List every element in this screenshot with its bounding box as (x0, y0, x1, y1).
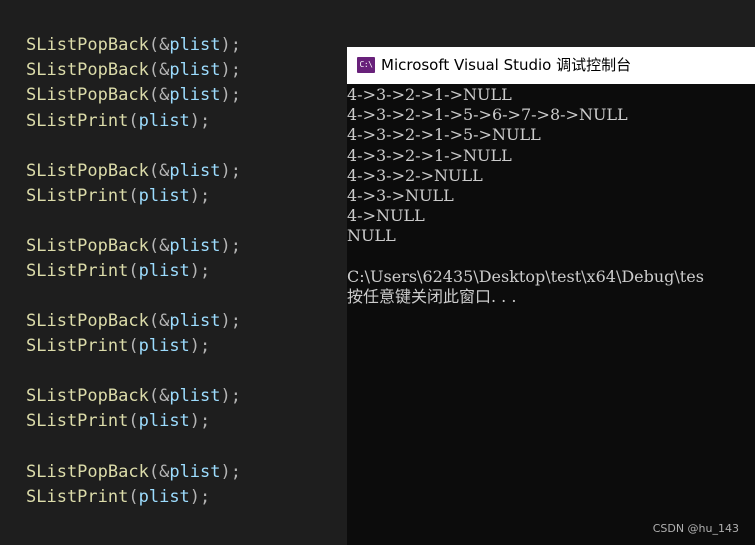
code-variable: plist (138, 411, 190, 431)
code-punctuation: ); (189, 487, 211, 507)
code-variable: plist (138, 487, 190, 507)
code-function-name: SListPopBack (26, 311, 149, 331)
code-variable: plist (138, 111, 190, 131)
code-punctuation: ); (220, 161, 241, 181)
code-function-name: SListPopBack (26, 161, 149, 181)
code-operator: & (159, 161, 170, 181)
watermark: CSDN @hu_143 (652, 522, 739, 535)
code-variable: plist (169, 462, 221, 482)
console-output-line: C:\Users\62435\Desktop\test\x64\Debug\te… (347, 267, 704, 286)
code-punctuation: ); (220, 60, 241, 80)
code-line[interactable]: SListPopBack(&plist); (26, 60, 241, 80)
code-punctuation: ); (189, 336, 211, 356)
code-line[interactable]: SListPopBack(&plist); (26, 462, 241, 482)
code-variable: plist (169, 60, 221, 80)
code-line[interactable]: SListPrint(plist); (26, 336, 210, 356)
code-line[interactable]: SListPopBack(&plist); (26, 161, 241, 181)
code-punctuation: ); (220, 236, 241, 256)
console-output-line: 4->3->2->1->5->6->7->8->NULL (347, 105, 628, 124)
code-variable: plist (169, 311, 221, 331)
code-punctuation: ( (148, 311, 160, 331)
code-punctuation: ( (128, 111, 139, 131)
console-output-line: 4->NULL (347, 206, 425, 225)
code-punctuation: ( (148, 236, 160, 256)
code-function-name: SListPrint (26, 111, 129, 131)
code-punctuation: ); (220, 462, 241, 482)
code-variable: plist (169, 85, 221, 105)
code-punctuation: ( (128, 487, 139, 507)
code-function-name: SListPrint (26, 487, 129, 507)
code-punctuation: ( (148, 386, 160, 406)
code-punctuation: ( (148, 60, 160, 80)
code-line[interactable]: SListPopBack(&plist); (26, 236, 241, 256)
code-operator: & (159, 386, 170, 406)
code-punctuation: ); (189, 186, 211, 206)
code-line[interactable]: SListPrint(plist); (26, 411, 210, 431)
code-punctuation: ); (220, 386, 241, 406)
code-function-name: SListPopBack (26, 60, 149, 80)
code-operator: & (159, 311, 170, 331)
code-line[interactable]: SListPrint(plist); (26, 186, 210, 206)
code-punctuation: ( (128, 261, 139, 281)
code-line[interactable]: SListPopBack(&plist); (26, 386, 241, 406)
code-variable: plist (169, 236, 221, 256)
code-line[interactable]: SListPrint(plist); (26, 487, 210, 507)
code-function-name: SListPopBack (26, 462, 149, 482)
console-output-line: 按任意键关闭此窗口. . . (347, 287, 517, 306)
console-output-line: 4->3->2->NULL (347, 166, 483, 185)
code-line[interactable]: SListPopBack(&plist); (26, 311, 241, 331)
code-variable: plist (169, 161, 221, 181)
code-variable: plist (138, 186, 190, 206)
debug-console-window[interactable]: C:\ Microsoft Visual Studio 调试控制台 4->3->… (347, 47, 755, 545)
code-function-name: SListPopBack (26, 236, 149, 256)
code-function-name: SListPopBack (26, 35, 149, 55)
code-punctuation: ); (189, 111, 211, 131)
code-punctuation: ( (148, 161, 160, 181)
code-punctuation: ( (128, 336, 139, 356)
console-output-line: 4->3->2->1->NULL (347, 85, 512, 104)
code-variable: plist (169, 386, 221, 406)
code-punctuation: ( (148, 35, 160, 55)
code-function-name: SListPrint (26, 336, 129, 356)
console-titlebar[interactable]: C:\ Microsoft Visual Studio 调试控制台 (347, 47, 755, 84)
code-variable: plist (138, 261, 190, 281)
console-title: Microsoft Visual Studio 调试控制台 (381, 56, 632, 74)
code-operator: & (159, 236, 170, 256)
code-function-name: SListPrint (26, 186, 129, 206)
code-punctuation: ); (220, 35, 241, 55)
console-output-line: 4->3->NULL (347, 186, 454, 205)
code-punctuation: ); (220, 311, 241, 331)
code-variable: plist (169, 35, 221, 55)
code-operator: & (159, 60, 170, 80)
code-line[interactable]: SListPrint(plist); (26, 111, 210, 131)
code-operator: & (159, 85, 170, 105)
code-punctuation: ( (128, 186, 139, 206)
code-punctuation: ( (128, 411, 139, 431)
code-punctuation: ( (148, 85, 160, 105)
code-operator: & (159, 35, 170, 55)
code-function-name: SListPopBack (26, 386, 149, 406)
code-punctuation: ); (189, 411, 211, 431)
code-line[interactable]: SListPrint(plist); (26, 261, 210, 281)
code-punctuation: ); (220, 85, 241, 105)
code-function-name: SListPrint (26, 261, 129, 281)
code-function-name: SListPopBack (26, 85, 149, 105)
code-line[interactable]: SListPopBack(&plist); (26, 85, 241, 105)
console-output-line: 4->3->2->1->5->NULL (347, 125, 541, 144)
console-app-icon: C:\ (357, 57, 375, 73)
code-function-name: SListPrint (26, 411, 129, 431)
code-line[interactable]: SListPopBack(&plist); (26, 35, 241, 55)
code-operator: & (159, 462, 170, 482)
code-punctuation: ); (189, 261, 211, 281)
console-output-line: NULL (347, 226, 396, 245)
code-variable: plist (138, 336, 190, 356)
code-punctuation: ( (148, 462, 160, 482)
console-output-line: 4->3->2->1->NULL (347, 146, 512, 165)
